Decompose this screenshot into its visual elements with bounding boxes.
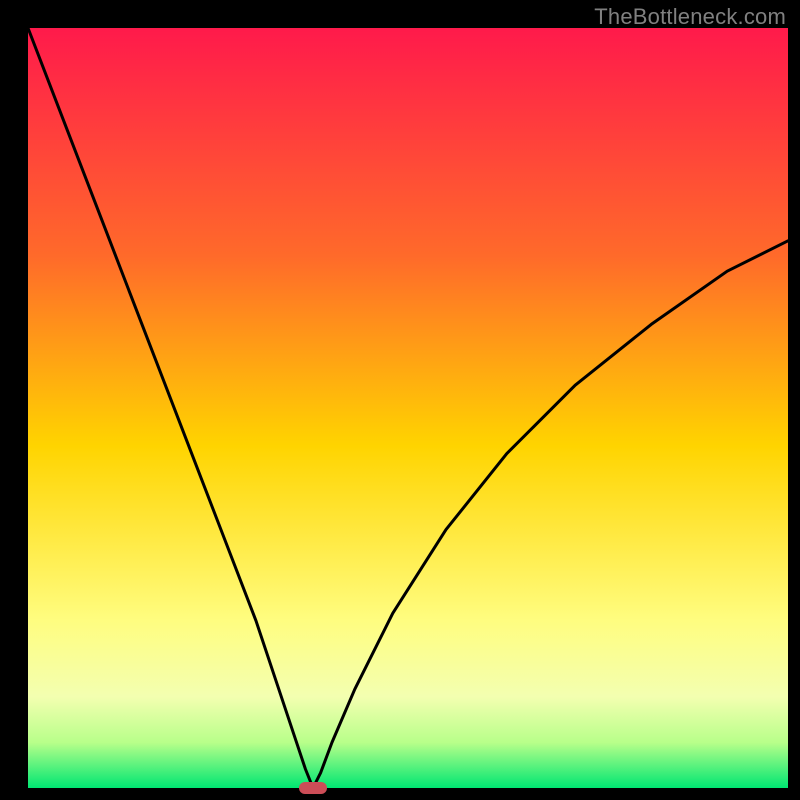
watermark-text: TheBottleneck.com (594, 4, 786, 30)
plot-background (28, 28, 788, 788)
bottleneck-chart (0, 0, 800, 800)
chart-frame: TheBottleneck.com (0, 0, 800, 800)
optimum-marker (299, 782, 327, 794)
